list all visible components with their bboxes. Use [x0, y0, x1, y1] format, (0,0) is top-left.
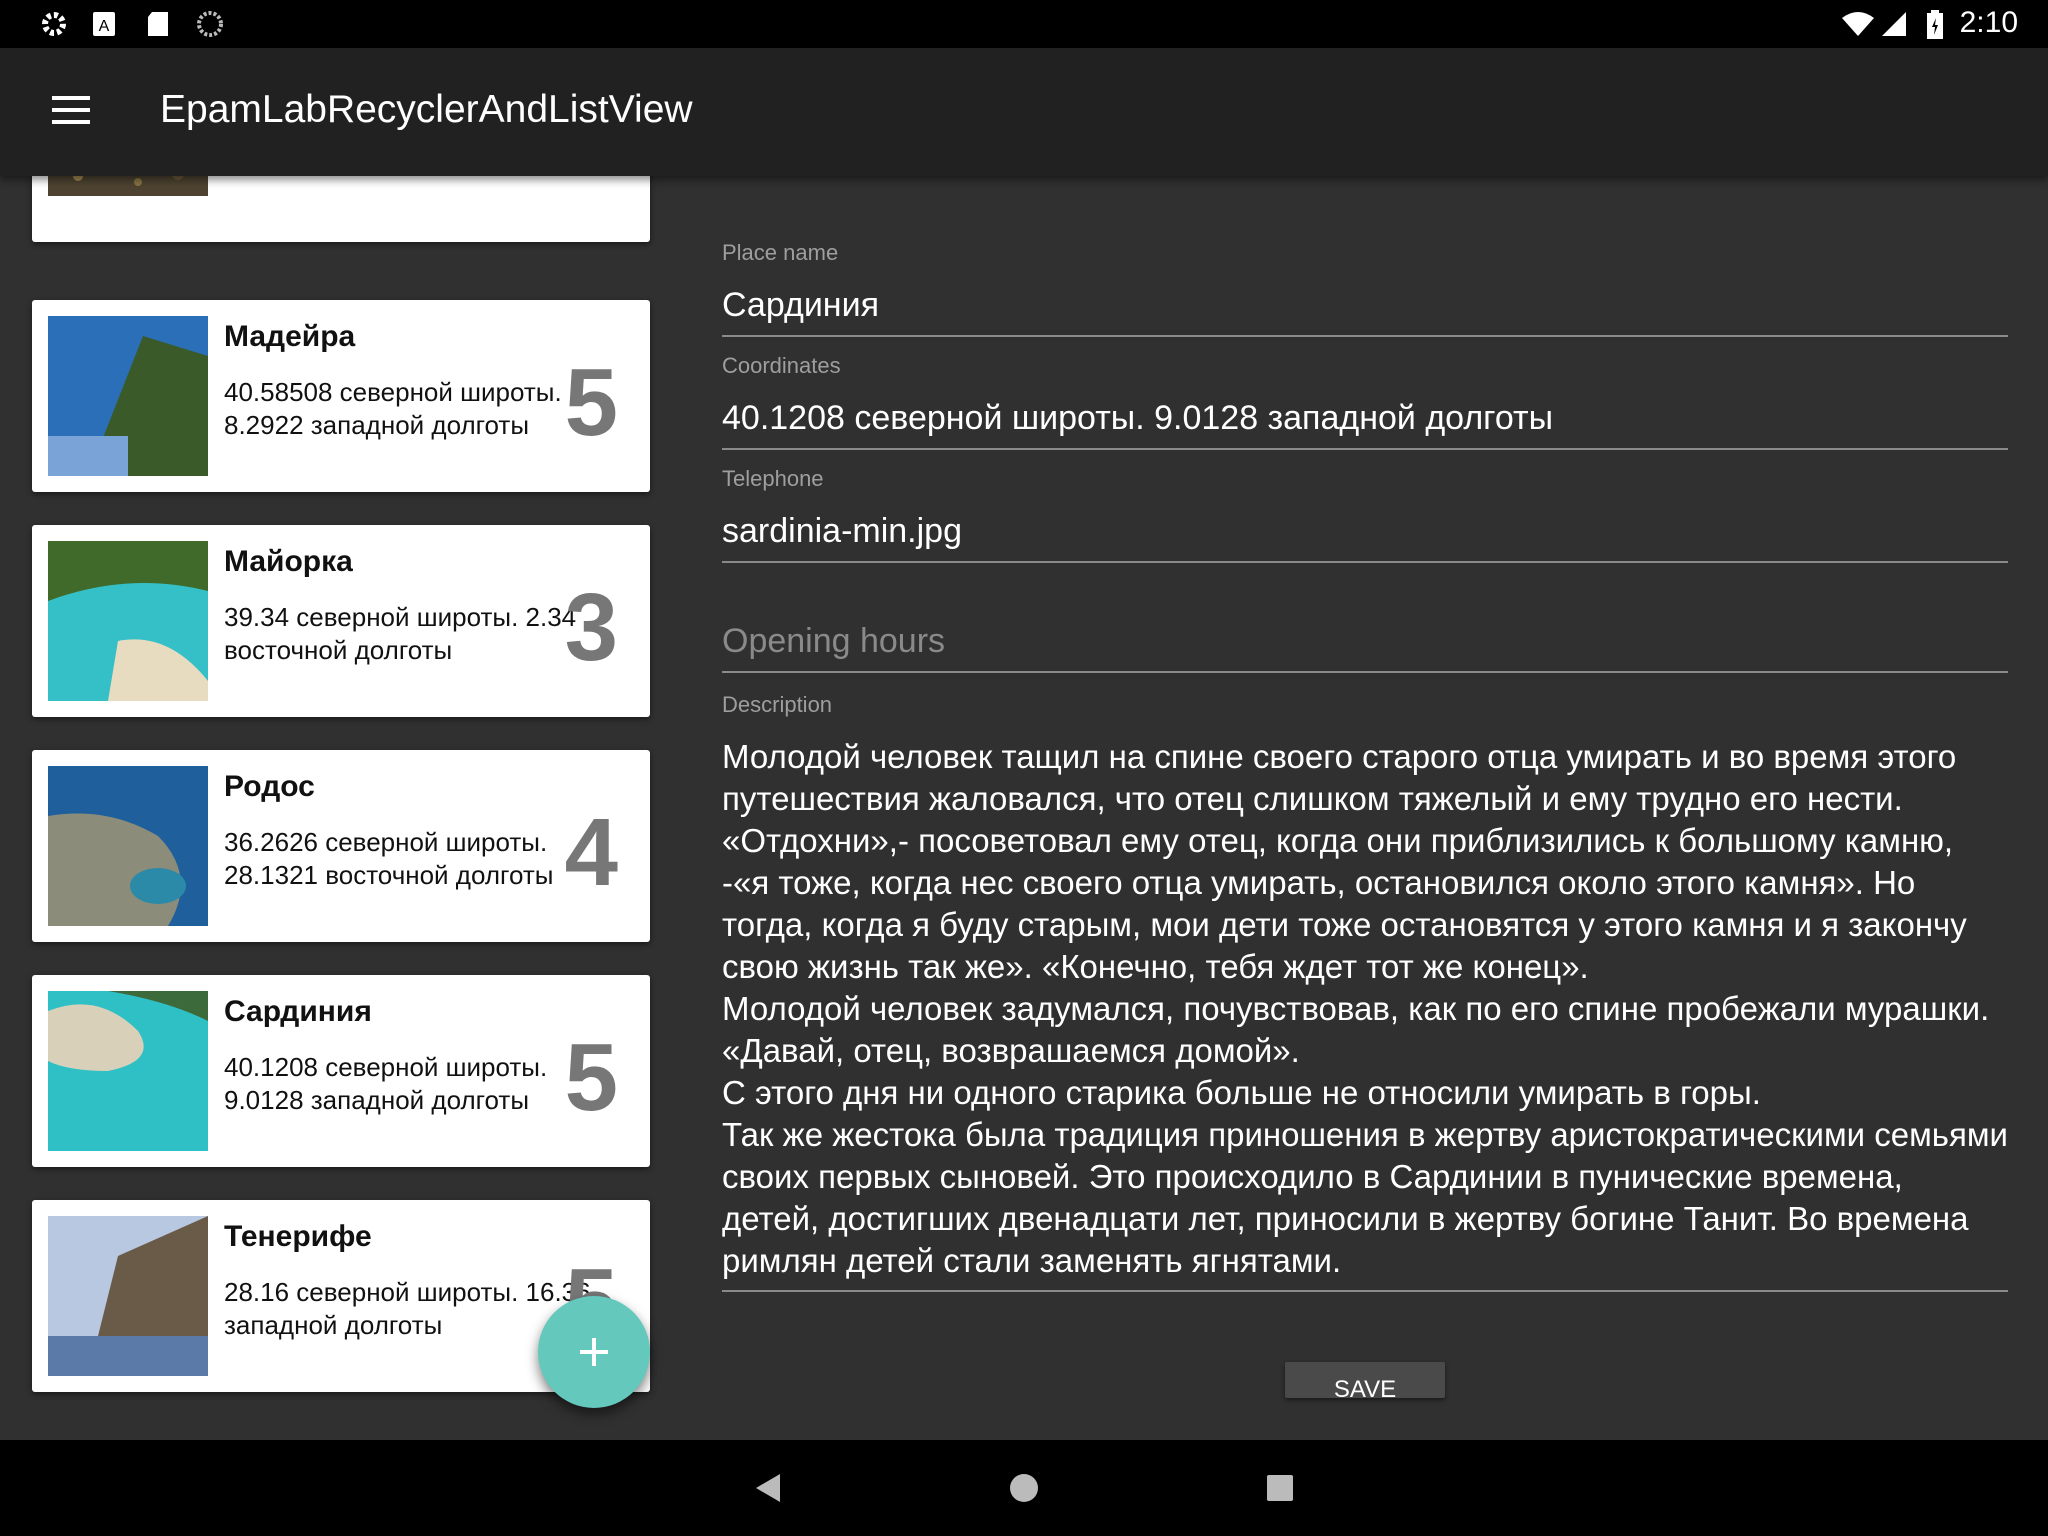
settings-icon	[42, 12, 66, 36]
place-image	[48, 316, 208, 476]
save-button[interactable]: SAVE	[1285, 1362, 1445, 1398]
place-name: Майорка	[224, 545, 353, 578]
place-card[interactable]: Майорка 39.34 северной широты. 2.34 вост…	[32, 525, 650, 717]
a-box-icon: A	[93, 12, 115, 36]
place-name-label: Place name	[722, 240, 839, 265]
place-name: Родос	[224, 770, 315, 803]
app-bar: EpamLabRecyclerAndListView	[0, 48, 2048, 176]
place-name: Сардиния	[224, 995, 372, 1028]
place-name: Тенерифе	[224, 1220, 372, 1253]
place-image	[48, 991, 208, 1151]
coordinates-field[interactable]: 40.1208 северной широты. 9.0128 западной…	[722, 399, 2008, 450]
coordinates-label: Coordinates	[722, 353, 841, 378]
status-time: 2:10	[1959, 6, 2018, 39]
place-name-field[interactable]: Сардиния	[722, 286, 2008, 337]
back-icon[interactable]	[756, 1474, 780, 1502]
description-label: Description	[722, 692, 833, 717]
place-rating: 5	[564, 1024, 618, 1131]
opening-hours-field[interactable]: Opening hours	[722, 622, 2008, 673]
description-field[interactable]: Молодой человек тащил на спине своего ст…	[722, 736, 2008, 1292]
recents-icon[interactable]	[1267, 1475, 1293, 1501]
place-card[interactable]: Сардиния 40.1208 северной широты. 9.0128…	[32, 975, 650, 1167]
svg-text:A: A	[99, 18, 110, 35]
app-title: EpamLabRecyclerAndListView	[160, 88, 693, 131]
navigation-bar	[0, 1440, 2048, 1536]
place-rating: 5	[564, 349, 618, 456]
status-bar: A 2:10	[0, 0, 2048, 48]
telephone-field[interactable]: sardinia-min.jpg	[722, 512, 2008, 563]
battery-icon	[1927, 10, 1943, 39]
place-image	[48, 541, 208, 701]
place-name: Мадейра	[224, 320, 356, 353]
sync-circle-icon	[197, 11, 223, 37]
place-image	[48, 176, 208, 196]
place-rating: 4	[564, 799, 618, 906]
signal-icon	[1882, 12, 1906, 36]
place-card[interactable]: Родос 36.2626 северной широты. 28.1321 в…	[32, 750, 650, 942]
sd-card-icon	[148, 12, 168, 36]
wifi-icon	[1842, 12, 1874, 36]
place-rating: 3	[564, 574, 618, 681]
telephone-label: Telephone	[722, 466, 824, 491]
place-card[interactable]: Мадейра 40.58508 северной широты. 8.2922…	[32, 300, 650, 492]
home-icon[interactable]	[1010, 1474, 1038, 1502]
add-place-button[interactable]	[538, 1296, 650, 1408]
places-list[interactable]: Мадейра 40.58508 северной широты. 8.2922…	[0, 176, 680, 1440]
place-image	[48, 1216, 208, 1376]
place-image	[48, 766, 208, 926]
place-card-partial[interactable]	[32, 176, 650, 242]
hamburger-menu-icon[interactable]	[40, 88, 104, 136]
